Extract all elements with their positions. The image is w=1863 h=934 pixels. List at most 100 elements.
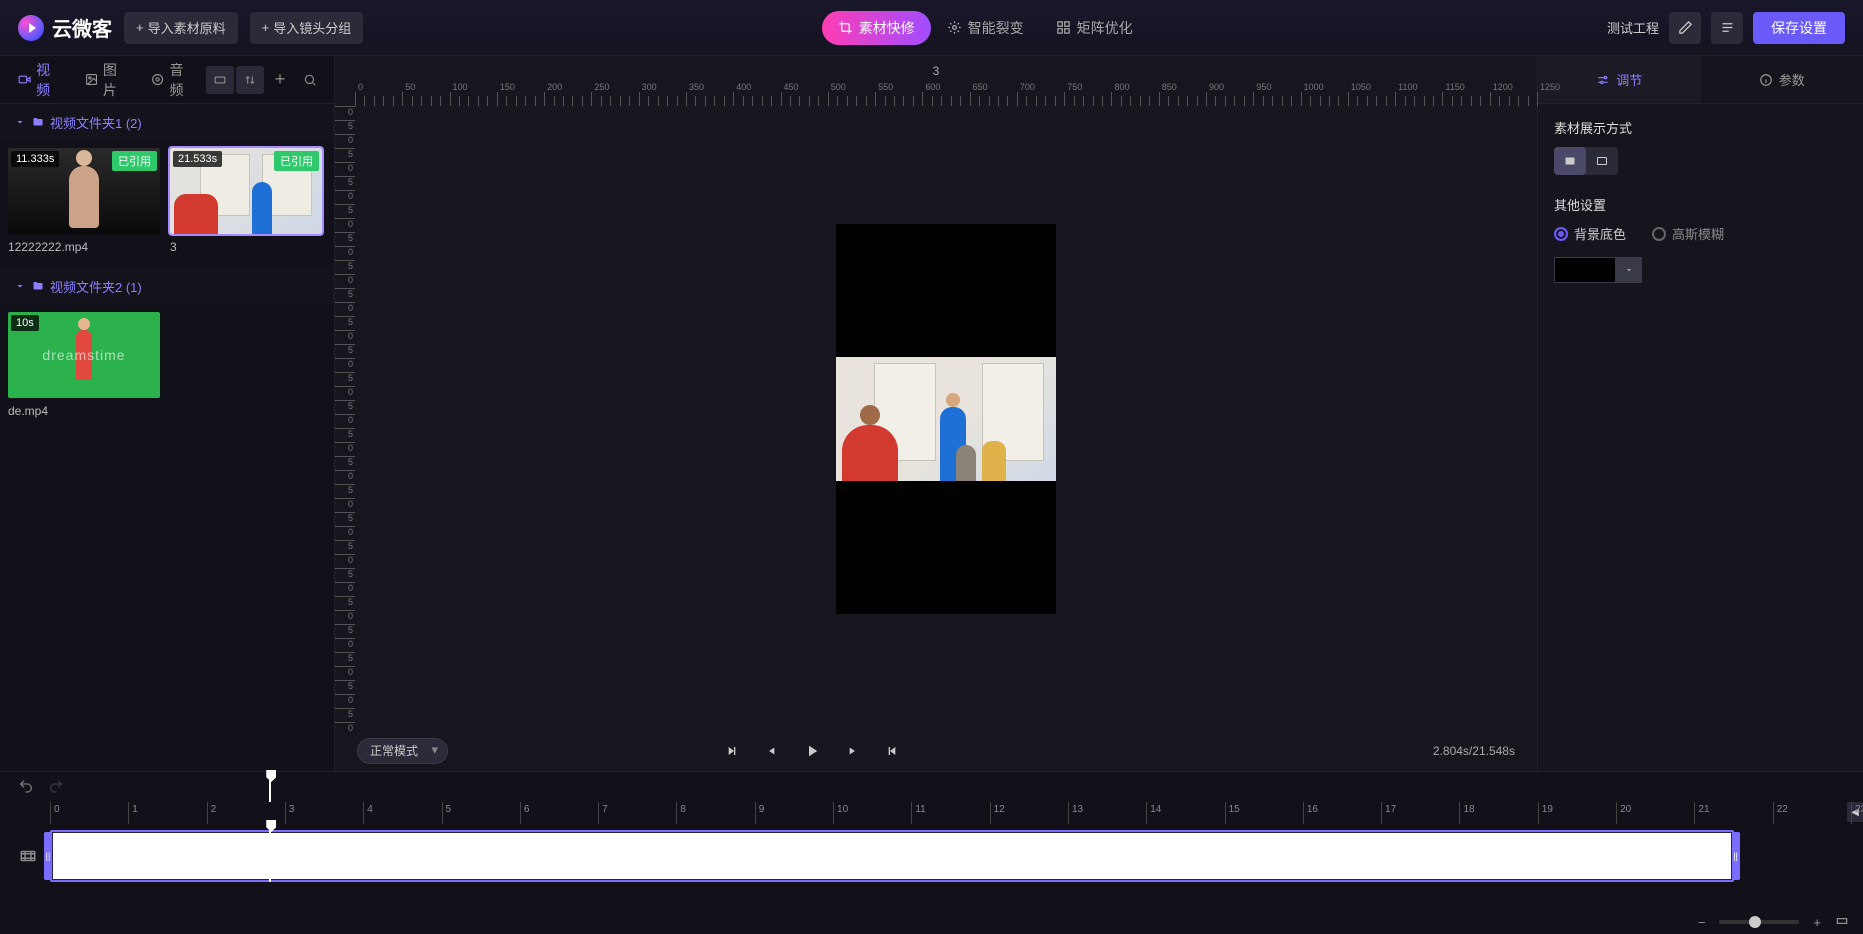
- color-dropdown-button[interactable]: [1616, 257, 1642, 283]
- aspect-tool-button[interactable]: [206, 66, 234, 94]
- duration-badge: 11.333s: [11, 151, 59, 167]
- right-panel-body: 素材展示方式 其他设置 背景底色 高斯模糊: [1538, 104, 1863, 297]
- app-logo: 云微客: [18, 13, 112, 42]
- asset-tab-tools: +: [206, 66, 328, 94]
- video-clip[interactable]: || ||: [50, 830, 1734, 882]
- canvas-footer: 正常模式 2.804s/21.548s: [335, 731, 1537, 771]
- canvas-panel: 3 05010015020025030035040045050055060065…: [335, 56, 1537, 771]
- plus-icon: +: [136, 20, 144, 35]
- tab-adjust[interactable]: 调节: [1538, 56, 1701, 103]
- mode-split-label: 智能裂变: [968, 18, 1024, 38]
- crop-icon: [838, 20, 853, 35]
- mode-quickfix[interactable]: 素材快修: [822, 11, 931, 45]
- sort-icon: [243, 73, 257, 87]
- zoom-in-button[interactable]: +: [1813, 915, 1821, 930]
- sliders-icon: [1596, 73, 1610, 87]
- duration-badge: 10s: [11, 315, 39, 331]
- zoom-slider[interactable]: [1719, 920, 1799, 924]
- playhead[interactable]: [269, 830, 271, 882]
- asset-thumb-3[interactable]: dreamstime 10s: [8, 312, 160, 398]
- video-track-icon: [19, 847, 37, 865]
- tab-audio-label: 音频: [169, 60, 194, 100]
- timeline-track-row: || ||: [0, 824, 1863, 910]
- grid-icon: [1056, 20, 1071, 35]
- asset-thumb-1[interactable]: 11.333s 已引用: [8, 148, 160, 234]
- sort-tool-button[interactable]: [236, 66, 264, 94]
- tab-image[interactable]: 图片: [73, 56, 140, 104]
- track-head-video[interactable]: [12, 830, 44, 882]
- topbar-right: 测试工程 保存设置: [1607, 12, 1845, 44]
- mode-matrix-opt[interactable]: 矩阵优化: [1040, 11, 1149, 45]
- asset-thumb-2[interactable]: 21.533s 已引用: [170, 148, 322, 234]
- tab-audio[interactable]: 音频: [139, 56, 206, 104]
- edit-project-button[interactable]: [1669, 12, 1701, 44]
- radio-blur-label: 高斯模糊: [1672, 224, 1724, 243]
- play-mode-select-wrap: 正常模式: [357, 738, 448, 764]
- goto-end-button[interactable]: [883, 742, 901, 760]
- asset-item: 11.333s 已引用 12222222.mp4: [8, 148, 160, 254]
- folder-2-assets: dreamstime 10s de.mp4: [0, 304, 334, 432]
- logo-icon: [18, 15, 44, 41]
- fit-icon: [1595, 155, 1609, 167]
- mode-smart-split[interactable]: 智能裂变: [931, 11, 1040, 45]
- prev-frame-button[interactable]: [763, 742, 781, 760]
- bg-color-picker: [1554, 257, 1847, 283]
- clip-handle-right[interactable]: ||: [1732, 832, 1740, 880]
- radio-gaussian-blur[interactable]: 高斯模糊: [1652, 224, 1724, 243]
- play-button[interactable]: [803, 742, 821, 760]
- display-mode-fill[interactable]: [1554, 147, 1586, 175]
- add-tool-button[interactable]: +: [266, 66, 294, 94]
- redo-button[interactable]: [48, 778, 64, 797]
- timeline-ruler[interactable]: 01234567891011121314151617181920212223: [50, 802, 1851, 824]
- folder-1-name: 视频文件夹1 (2): [50, 113, 142, 132]
- mode-switcher: 素材快修 智能裂变 矩阵优化: [375, 11, 1595, 45]
- folder-head-1[interactable]: 视频文件夹1 (2): [0, 104, 334, 140]
- asset-name: 12222222.mp4: [8, 240, 160, 254]
- import-shots-label: 导入镜头分组: [273, 18, 351, 37]
- import-material-button[interactable]: + 导入素材原料: [124, 12, 238, 44]
- import-shots-button[interactable]: + 导入镜头分组: [250, 12, 364, 44]
- zoom-out-button[interactable]: −: [1698, 915, 1706, 930]
- radio-bg-color-label: 背景底色: [1574, 224, 1626, 243]
- logo-text: 云微客: [52, 13, 112, 42]
- chevron-down-icon: [14, 116, 26, 128]
- display-mode-fit[interactable]: [1586, 147, 1618, 175]
- timeline-toolbar: [0, 772, 1863, 802]
- folder-icon: [32, 280, 44, 292]
- goto-start-button[interactable]: [723, 742, 741, 760]
- topbar: 云微客 + 导入素材原料 + 导入镜头分组 素材快修 智能裂变 矩阵优化 测试工…: [0, 0, 1863, 56]
- plus-icon: +: [262, 20, 270, 35]
- mode-matrix-label: 矩阵优化: [1077, 18, 1133, 38]
- color-swatch[interactable]: [1554, 257, 1616, 283]
- tab-video[interactable]: 视频: [6, 56, 73, 104]
- folder-head-2[interactable]: 视频文件夹2 (1): [0, 268, 334, 304]
- image-icon: [85, 72, 98, 87]
- clip-handle-left[interactable]: ||: [44, 832, 52, 880]
- next-frame-button[interactable]: [843, 742, 861, 760]
- save-settings-button[interactable]: 保存设置: [1753, 12, 1845, 44]
- radio-dot-icon: [1652, 227, 1666, 241]
- play-mode-select[interactable]: 正常模式: [357, 738, 448, 764]
- zoom-fit-button[interactable]: [1835, 914, 1849, 931]
- ruler-horizontal: 0501001502002503003504004505005506006507…: [355, 86, 1537, 106]
- asset-item: dreamstime 10s de.mp4: [8, 312, 160, 418]
- search-tool-button[interactable]: [296, 66, 324, 94]
- info-icon: [1759, 73, 1773, 87]
- layout-button[interactable]: [1711, 12, 1743, 44]
- layout-icon: [1720, 20, 1735, 35]
- undo-button[interactable]: [18, 778, 34, 797]
- stage[interactable]: [355, 106, 1537, 731]
- track-lane[interactable]: || ||: [50, 830, 1851, 882]
- tab-params[interactable]: 参数: [1701, 56, 1863, 103]
- sparkle-icon: [947, 20, 962, 35]
- used-badge: 已引用: [274, 151, 319, 171]
- zoom-thumb[interactable]: [1749, 916, 1761, 928]
- radio-bg-color[interactable]: 背景底色: [1554, 224, 1626, 243]
- undo-icon: [18, 778, 34, 794]
- step-forward-icon: [845, 744, 859, 758]
- radio-dot-icon: [1554, 227, 1568, 241]
- used-badge: 已引用: [112, 151, 157, 171]
- fit-width-icon: [1835, 914, 1849, 928]
- import-material-label: 导入素材原料: [148, 18, 226, 37]
- preview-frame: [836, 224, 1056, 614]
